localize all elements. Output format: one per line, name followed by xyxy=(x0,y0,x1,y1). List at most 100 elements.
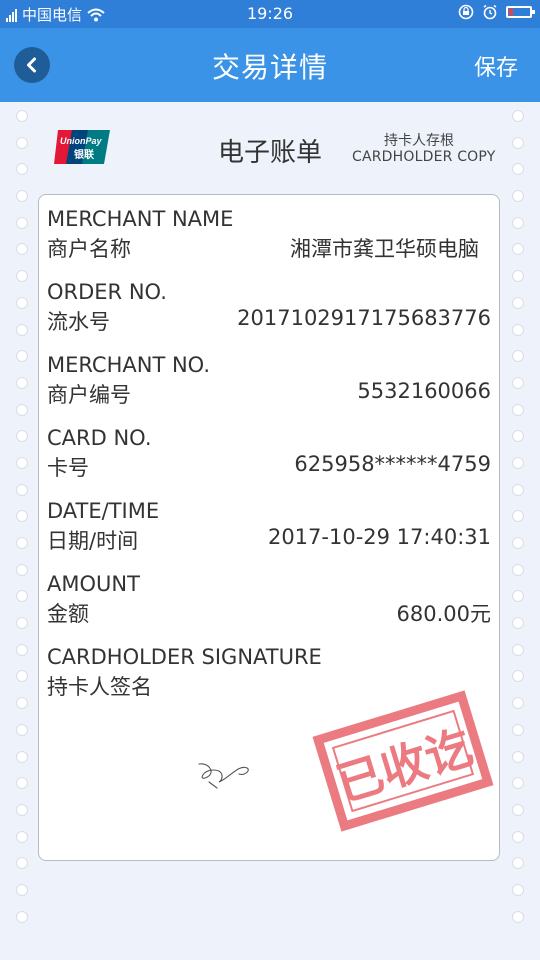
perforation-hole xyxy=(512,750,524,763)
battery-icon xyxy=(506,6,535,18)
perforation-hole xyxy=(512,537,524,549)
status-right xyxy=(458,4,535,20)
perforation-hole xyxy=(16,723,28,736)
perforation-hole xyxy=(16,136,28,149)
field-label-cn: 流水号 xyxy=(47,310,110,334)
perforation-hole xyxy=(16,163,28,176)
field-label-cn: 卡号 xyxy=(47,456,89,480)
perforation-hole xyxy=(512,563,524,576)
perforation-hole xyxy=(512,376,524,389)
perforation-hole xyxy=(512,430,524,443)
perforation-hole xyxy=(16,617,28,630)
perforation-hole xyxy=(16,697,28,710)
field-label-en: CARD NO. xyxy=(47,426,152,450)
perforation-hole xyxy=(512,136,524,149)
field-card-no: CARD NO. 卡号 625958******4759 xyxy=(47,426,491,482)
field-amount: AMOUNT 金额 680.00元 xyxy=(47,572,491,628)
field-label-en: ORDER NO. xyxy=(47,280,167,304)
perforation-hole xyxy=(16,430,28,443)
perforation-hole xyxy=(16,510,28,523)
field-label-cn: 商户编号 xyxy=(47,383,131,407)
unionpay-logo: UnionPay 银联 xyxy=(54,130,110,164)
status-bar: 中国电信 19:26 xyxy=(0,0,540,28)
field-label-cn: 持卡人签名 xyxy=(47,675,152,699)
perforation-hole xyxy=(512,163,524,176)
perforation-hole xyxy=(16,243,28,256)
perforation-hole xyxy=(16,190,28,203)
svg-text:UnionPay: UnionPay xyxy=(60,136,103,146)
perforation-right xyxy=(512,110,524,937)
alarm-icon xyxy=(483,4,497,20)
field-order-no: ORDER NO. 流水号 2017102917175683776 xyxy=(47,280,491,336)
perforation-hole xyxy=(16,110,28,122)
field-label-cn: 商户名称 xyxy=(47,237,131,261)
copy-label-en: CARDHOLDER COPY xyxy=(352,149,496,165)
perforation-hole xyxy=(512,883,524,896)
perforation-hole xyxy=(16,270,28,283)
lock-rotation-icon xyxy=(458,4,474,20)
field-merchant-name: MERCHANT NAME 商户名称 湘潭市龚卫华硕电脑 xyxy=(47,207,491,263)
perforation-hole xyxy=(16,590,28,603)
copy-label-cn: 持卡人存根 xyxy=(384,133,454,149)
perforation-hole xyxy=(512,190,524,203)
perforation-hole xyxy=(16,857,28,870)
perforation-hole xyxy=(16,296,28,309)
perforation-hole xyxy=(16,883,28,896)
perforation-hole xyxy=(512,697,524,710)
perforation-hole xyxy=(512,670,524,683)
perforation-hole xyxy=(512,777,524,790)
perforation-hole xyxy=(512,617,524,630)
perforation-hole xyxy=(16,483,28,496)
perforation-hole xyxy=(16,350,28,363)
perforation-hole xyxy=(16,830,28,843)
receipt-title: 电子账单 xyxy=(218,138,323,168)
field-label-en: AMOUNT xyxy=(47,572,140,596)
page-title: 交易详情 xyxy=(211,51,328,84)
perforation-left xyxy=(16,110,28,937)
perforation-hole xyxy=(512,830,524,843)
perforation-hole xyxy=(16,910,28,923)
perforation-hole xyxy=(16,777,28,790)
field-value: 5532160066 xyxy=(357,379,491,403)
perforation-hole xyxy=(16,563,28,576)
app-header: 交易详情 保存 xyxy=(0,28,540,102)
perforation-hole xyxy=(512,243,524,256)
perforation-hole xyxy=(512,723,524,736)
field-label-en: MERCHANT NAME xyxy=(47,207,234,231)
field-date-time: DATE/TIME 日期/时间 2017-10-29 17:40:31 xyxy=(47,499,491,555)
perforation-hole xyxy=(16,670,28,683)
field-label-en: CARDHOLDER SIGNATURE xyxy=(47,645,322,669)
perforation-hole xyxy=(16,803,28,816)
field-value: 2017102917175683776 xyxy=(237,306,491,330)
perforation-hole xyxy=(16,750,28,763)
perforation-hole xyxy=(16,403,28,416)
perforation-hole xyxy=(512,910,524,923)
field-label-en: DATE/TIME xyxy=(47,499,160,523)
field-value: 湘潭市龚卫华硕电脑 xyxy=(290,237,479,261)
perforation-hole xyxy=(512,643,524,656)
field-value: 2017-10-29 17:40:31 xyxy=(267,525,491,549)
perforation-hole xyxy=(512,857,524,870)
perforation-hole xyxy=(512,510,524,523)
perforation-hole xyxy=(16,376,28,389)
save-button[interactable]: 保存 xyxy=(474,50,518,82)
perforation-hole xyxy=(16,323,28,336)
perforation-hole xyxy=(512,323,524,336)
field-label-cn: 日期/时间 xyxy=(47,529,139,553)
field-label-cn: 金额 xyxy=(47,602,89,626)
received-stamp: 已收讫 xyxy=(312,690,494,832)
perforation-hole xyxy=(512,590,524,603)
handwritten-signature xyxy=(198,763,249,789)
perforation-hole xyxy=(16,216,28,229)
perforation-hole xyxy=(512,456,524,469)
perforation-hole xyxy=(512,216,524,229)
perforation-hole xyxy=(512,270,524,283)
perforation-hole xyxy=(512,483,524,496)
perforation-hole xyxy=(16,456,28,469)
perforation-hole xyxy=(512,403,524,416)
field-label-en: MERCHANT NO. xyxy=(47,353,211,377)
field-value: 625958******4759 xyxy=(294,452,491,476)
perforation-hole xyxy=(512,350,524,363)
field-value: 680.00元 xyxy=(396,602,491,626)
perforation-hole xyxy=(16,643,28,656)
